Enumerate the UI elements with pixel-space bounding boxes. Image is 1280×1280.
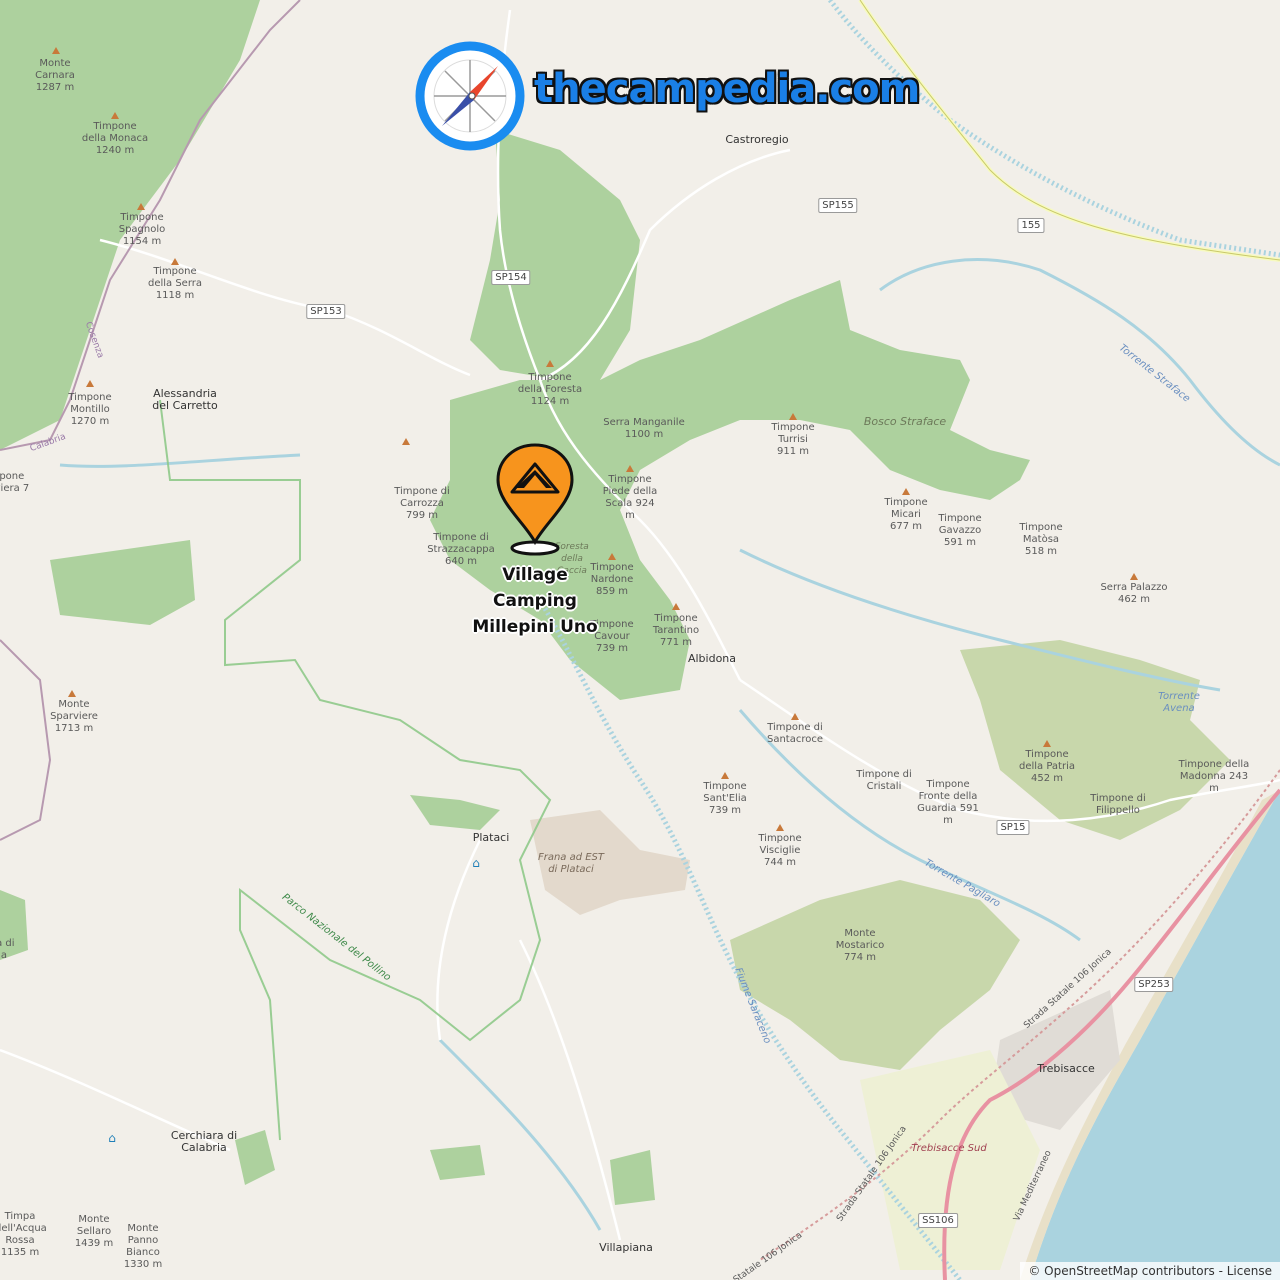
peak-label: Serra Palazzo 462 m <box>1100 582 1168 605</box>
peak-label: Monte Mostarico 774 m <box>835 928 885 963</box>
peak-label: Serra Manganile 1100 m <box>603 417 685 440</box>
peak-label: Timpone Montillo 1270 m <box>68 392 112 427</box>
brand-logo[interactable]: thecampedia.com <box>414 40 920 152</box>
peak-label: Timpone Piede della Scala 924 m <box>602 474 658 521</box>
road-shield-ss106: SS106 <box>918 1213 958 1228</box>
peak-label: Timpone Fronte della Guardia 591 m <box>917 779 979 826</box>
map-base-layer <box>0 0 1280 1280</box>
peak-label: Timpone Tarantino 771 m <box>652 613 700 648</box>
peak-marker <box>902 488 910 495</box>
peak-marker <box>52 47 60 54</box>
road-shield-sp15: SP15 <box>996 820 1030 835</box>
peak-marker <box>626 465 634 472</box>
place-label: Albidona <box>687 652 737 665</box>
peak-marker <box>68 690 76 697</box>
place-label: Cerchiara di Calabria <box>170 1129 238 1154</box>
peak-marker <box>791 713 799 720</box>
camping-tent-pin-icon[interactable] <box>494 442 576 560</box>
peak-label: Timpa dell'Acqua Rossa 1135 m <box>0 1211 47 1258</box>
river-west <box>59 453 301 468</box>
peak-marker <box>1130 573 1138 580</box>
campground-label-line: Camping <box>493 591 577 611</box>
landslide-label: Frana ad EST di Plataci <box>537 852 605 875</box>
brand-name: thecampedia.com <box>534 66 920 112</box>
peak-label: Timpone Sant'Elia 739 m <box>703 781 747 816</box>
road-shield-sp253: SP253 <box>1134 977 1174 992</box>
attribution-separator: - <box>1214 1264 1227 1278</box>
forest-s1 <box>430 1145 485 1180</box>
peak-label: Timpone Neviera 7 m <box>0 471 30 494</box>
alpine-hut-icon[interactable]: ⌂ <box>108 1131 116 1145</box>
osm-attribution-link[interactable]: © OpenStreetMap contributors <box>1028 1264 1214 1278</box>
road-sp153 <box>99 238 471 377</box>
place-label: Trebisacce Sud <box>911 1143 987 1154</box>
place-label: Trebisacce <box>1037 1062 1095 1075</box>
road-shield-sp154: SP154 <box>491 270 531 285</box>
river-label: Torrente Avena <box>1158 691 1200 714</box>
peak-marker <box>608 553 616 560</box>
peak-label: Monte Panno Bianco 1330 m <box>123 1223 163 1270</box>
peak-label: Timpone Micari 677 m <box>884 497 928 532</box>
peak-label: Timpone di Filippello <box>1090 793 1146 816</box>
peak-label: Timpone della Patria 452 m <box>1018 749 1075 784</box>
road-shield-155: 155 <box>1017 218 1045 233</box>
place-label: Villapiana <box>599 1241 653 1254</box>
campground-label-line: Millepini Uno <box>472 617 598 637</box>
peak-marker <box>546 360 554 367</box>
peak-marker <box>111 112 119 119</box>
peak-marker <box>86 380 94 387</box>
peak-marker <box>402 438 410 445</box>
peak-label: Monte Sellaro 1439 m <box>74 1214 114 1249</box>
peak-marker <box>1043 740 1051 747</box>
peak-label: Timpone Visciglie 744 m <box>758 833 802 868</box>
campground-label-line: Village <box>502 565 568 585</box>
scrub-mostarico <box>730 880 1020 1070</box>
peak-label: Timpone della Foresta 1124 m <box>517 372 583 407</box>
place-label: Alessandria del Carretto <box>152 387 218 412</box>
road-shield-sp153: SP153 <box>306 304 346 319</box>
alpine-hut-icon[interactable]: ⌂ <box>472 856 480 870</box>
peak-label: Timpone della Monaca 1240 m <box>81 121 149 156</box>
forest-label: Bosco Straface <box>863 415 947 428</box>
river-north <box>828 0 1280 258</box>
peak-marker <box>789 413 797 420</box>
map-attribution: © OpenStreetMap contributors - License <box>1020 1262 1280 1280</box>
peak-label: Monte Carnara 1287 m <box>35 58 75 93</box>
peak-marker <box>137 203 145 210</box>
map-canvas[interactable]: SP154 SP153 SP155 155 SP15 SP253 SS106 C… <box>0 0 1280 1280</box>
peak-label: Timpone della Serra 1118 m <box>147 266 203 301</box>
peak-label: Timpone Spagnolo 1154 m <box>118 212 166 247</box>
peak-label: Timpone di Cristali <box>856 769 912 792</box>
road-shield-sp155: SP155 <box>818 198 858 213</box>
forest-plataci <box>410 795 500 830</box>
peak-marker <box>672 603 680 610</box>
river-plataci <box>438 1038 602 1231</box>
peak-label: Timpone della Madonna 243 m <box>1178 759 1250 794</box>
peak-label: Timpone Gavazzo 591 m <box>938 513 982 548</box>
road-villapiana <box>518 939 622 1241</box>
license-link[interactable]: License <box>1227 1264 1272 1278</box>
campground-label[interactable]: Village Camping Millepini Uno <box>472 562 597 640</box>
forest-west <box>50 540 195 625</box>
peak-label: Timpone Turrisi 911 m <box>771 422 815 457</box>
peak-label: ra di ola <box>0 938 15 961</box>
admin-boundary-west <box>0 639 52 841</box>
road-sp155-edge <box>859 0 1280 261</box>
peak-label: Monte Sparviere 1713 m <box>50 699 98 734</box>
peak-label: Timpone di Santacroce <box>766 722 824 745</box>
road-sp155 <box>858 0 1280 262</box>
place-label: Plataci <box>472 831 510 844</box>
peak-marker <box>721 772 729 779</box>
road-plataci <box>436 839 482 1041</box>
compass-icon <box>415 41 525 151</box>
forest-central-north <box>470 130 640 380</box>
peak-label: Timpone di Carrozza 799 m <box>394 486 450 521</box>
peak-marker <box>171 258 179 265</box>
peak-label: Timpone Matòsa 518 m <box>1019 522 1063 557</box>
forest-s2 <box>610 1150 655 1205</box>
peak-marker <box>776 824 784 831</box>
